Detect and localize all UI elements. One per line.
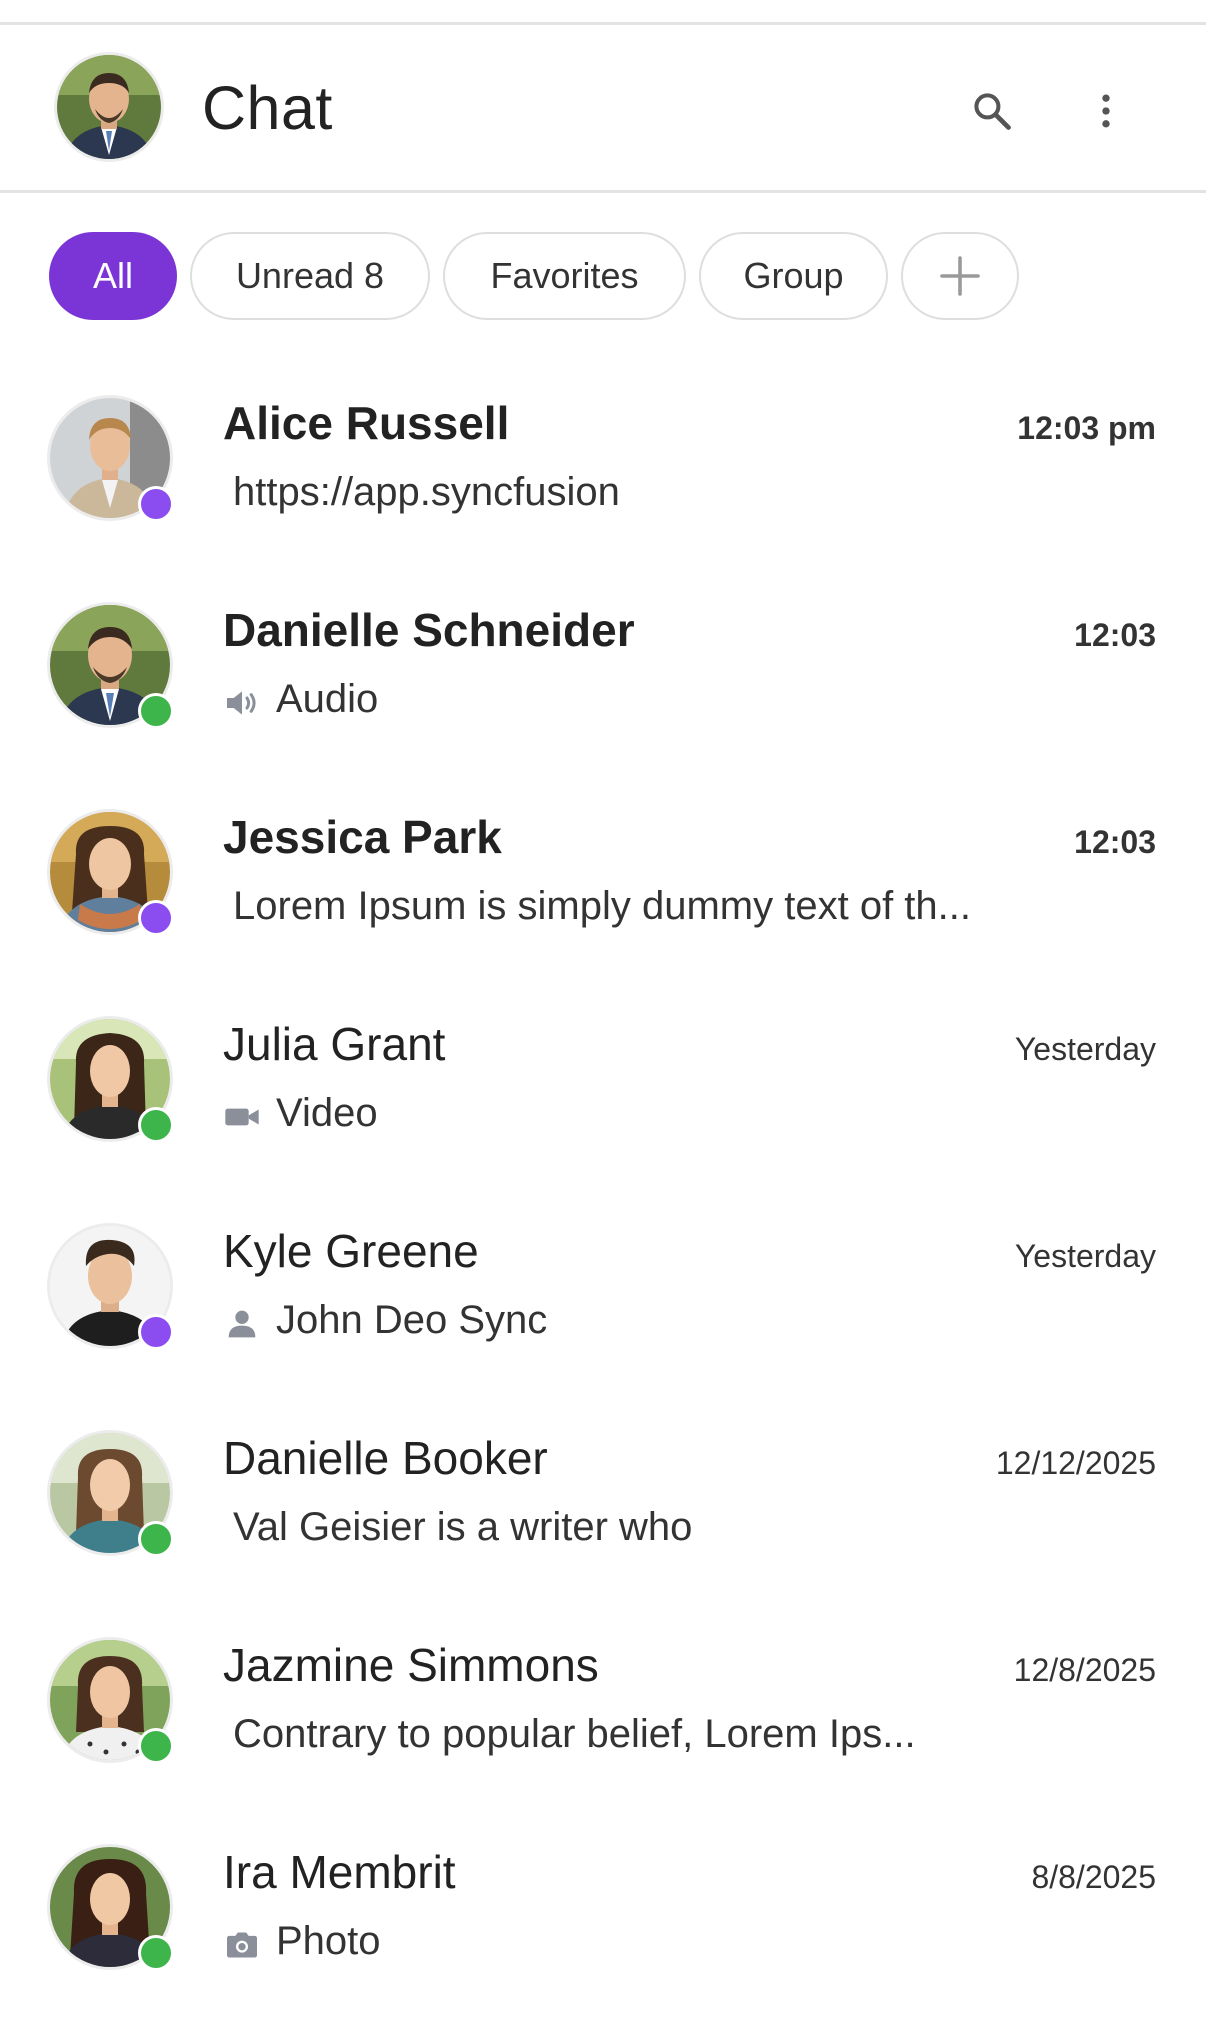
filter-chip-label: Group	[743, 255, 844, 296]
more-options-button[interactable]	[1076, 81, 1136, 141]
avatar-container	[50, 1640, 174, 1764]
chat-item-alice-russell[interactable]: Alice Russell 12:03 pm https://app.syncf…	[0, 372, 1206, 579]
status-indicator	[138, 1521, 174, 1557]
message-time: 12/8/2025	[1013, 1652, 1156, 1688]
person-icon	[228, 1310, 256, 1338]
contact-name: Danielle Schneider	[223, 604, 635, 656]
contact-name: Danielle Booker	[223, 1432, 548, 1484]
more-vertical-icon	[1102, 94, 1110, 128]
contact-name: Julia Grant	[223, 1018, 446, 1070]
chat-item-jessica-park[interactable]: Jessica Park 12:03 Lorem Ipsum is simply…	[0, 786, 1206, 993]
avatar-container	[50, 1019, 174, 1143]
chat-item-danielle-schneider[interactable]: Danielle Schneider 12:03 Audio	[0, 579, 1206, 786]
message-preview: Photo	[276, 1919, 381, 1963]
contact-name: Ira Membrit	[223, 1846, 456, 1898]
avatar-container	[50, 812, 174, 936]
message-preview: Val Geisier is a writer who	[233, 1505, 693, 1549]
avatar-container	[50, 1226, 174, 1350]
message-time: Yesterday	[1014, 1238, 1156, 1274]
contact-name: Kyle Greene	[223, 1225, 479, 1277]
contact-name: Jazmine Simmons	[223, 1639, 599, 1691]
message-time: 8/8/2025	[1031, 1859, 1156, 1895]
status-indicator	[138, 693, 174, 729]
message-time: 12/12/2025	[995, 1445, 1156, 1481]
filter-chip-all[interactable]: All	[49, 232, 177, 320]
profile-avatar[interactable]	[57, 55, 161, 159]
status-indicator	[138, 486, 174, 522]
message-preview: Video	[276, 1091, 378, 1135]
status-indicator	[138, 1728, 174, 1764]
message-preview: Lorem Ipsum is simply dummy text of th..…	[233, 884, 971, 928]
status-indicator	[138, 900, 174, 936]
filter-chip-unread[interactable]: Unread 8	[190, 232, 430, 320]
app-bar: Chat	[0, 25, 1206, 193]
message-time: Yesterday	[1014, 1031, 1156, 1067]
unread-count-badge: 8	[364, 255, 385, 296]
status-indicator	[138, 1935, 174, 1971]
add-filter-button[interactable]	[901, 232, 1019, 320]
profile-photo	[57, 55, 161, 159]
search-button[interactable]	[962, 81, 1022, 141]
message-time: 12:03	[1074, 824, 1156, 860]
message-preview: Audio	[276, 677, 379, 721]
speaker-icon	[227, 691, 256, 715]
plus-icon	[940, 256, 980, 296]
status-indicator	[138, 1107, 174, 1143]
filter-chips: All Unread 8 Favorites Group	[0, 232, 1206, 322]
filter-chip-label: Favorites	[490, 255, 639, 296]
chat-item-kyle-greene[interactable]: Kyle Greene Yesterday John Deo Sync	[0, 1200, 1206, 1407]
contact-name: Alice Russell	[223, 397, 510, 449]
avatar-container	[50, 1433, 174, 1557]
message-preview: https://app.syncfusion	[233, 470, 620, 514]
status-indicator	[138, 1314, 174, 1350]
filter-chip-label: All	[92, 255, 133, 296]
chat-item-danielle-booker[interactable]: Danielle Booker 12/12/2025 Val Geisier i…	[0, 1407, 1206, 1614]
search-icon	[974, 93, 1011, 130]
filter-chip-group[interactable]: Group	[699, 232, 888, 320]
avatar-container	[50, 398, 174, 522]
chat-item-julia-grant[interactable]: Julia Grant Yesterday Video	[0, 993, 1206, 1200]
video-camera-icon	[225, 1108, 259, 1126]
chat-item-ira-membrit[interactable]: Ira Membrit 8/8/2025 Photo	[0, 1821, 1206, 2028]
message-time: 12:03 pm	[1017, 410, 1156, 446]
message-preview: Contrary to popular belief, Lorem Ips...	[233, 1712, 916, 1756]
page-title: Chat	[202, 74, 333, 142]
filter-chip-label: Unread	[235, 255, 355, 296]
contact-name: Jessica Park	[223, 811, 502, 863]
camera-icon	[227, 1932, 257, 1958]
filter-chip-favorites[interactable]: Favorites	[443, 232, 686, 320]
message-time: 12:03	[1074, 617, 1156, 653]
chat-item-jazmine-simmons[interactable]: Jazmine Simmons 12/8/2025 Contrary to po…	[0, 1614, 1206, 1821]
avatar-container	[50, 1847, 174, 1971]
avatar-container	[50, 605, 174, 729]
message-preview: John Deo Sync	[276, 1298, 548, 1342]
